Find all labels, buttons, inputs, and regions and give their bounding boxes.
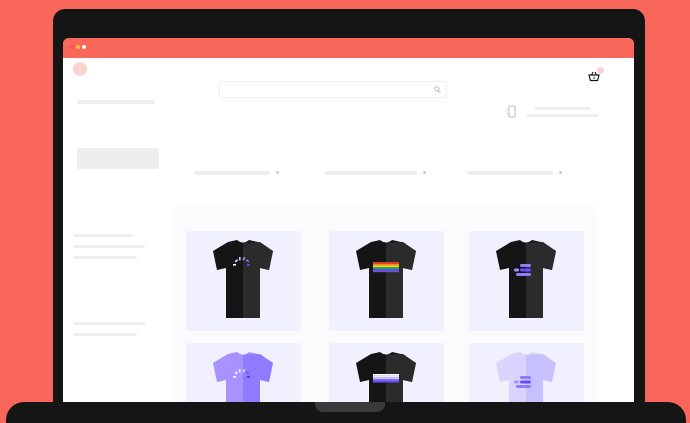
t-shirt-image [213, 240, 273, 318]
laptop-notch [315, 402, 385, 412]
rainbow-stripes-print [373, 262, 399, 273]
product-card[interactable] [186, 231, 301, 331]
product-card[interactable] [469, 343, 584, 408]
product-card[interactable] [329, 343, 444, 408]
minimize-dot[interactable] [76, 45, 80, 49]
search-input[interactable] [219, 81, 447, 98]
product-grid [173, 206, 597, 408]
lavender-stripes-print [373, 374, 399, 383]
t-shirt-image [356, 352, 416, 408]
filter-dropdown[interactable] [194, 170, 280, 176]
filter-dropdown[interactable] [325, 170, 427, 176]
close-dot[interactable] [70, 45, 74, 49]
shopping-basket-icon[interactable] [588, 70, 600, 82]
sidebar-item-placeholder[interactable] [73, 322, 145, 325]
chevron-down-icon [559, 171, 562, 174]
sidebar-button-placeholder[interactable] [77, 148, 159, 169]
product-card[interactable] [186, 343, 301, 408]
window-titlebar [63, 38, 634, 58]
phone-icon [506, 105, 516, 118]
contact-text-placeholder [527, 114, 598, 117]
search-icon [434, 86, 441, 93]
t-shirt-image [496, 352, 556, 408]
sidebar-item-placeholder[interactable] [73, 256, 137, 259]
chevron-down-icon [276, 171, 279, 174]
product-card[interactable] [329, 231, 444, 331]
product-card[interactable] [469, 231, 584, 331]
sidebar-item-placeholder[interactable] [73, 333, 137, 336]
sidebar-heading-placeholder [77, 100, 155, 104]
maximize-dot[interactable] [82, 45, 86, 49]
t-shirt-image [213, 352, 273, 408]
t-shirt-image [496, 240, 556, 318]
contact-text-placeholder [535, 107, 591, 110]
filter-dropdown[interactable] [467, 170, 563, 176]
browser-window [63, 38, 634, 408]
logo-avatar[interactable] [73, 62, 87, 76]
t-shirt-image [356, 240, 416, 318]
sidebar-item-placeholder[interactable] [73, 234, 133, 237]
chevron-down-icon [423, 171, 426, 174]
sidebar-item-placeholder[interactable] [73, 245, 145, 248]
